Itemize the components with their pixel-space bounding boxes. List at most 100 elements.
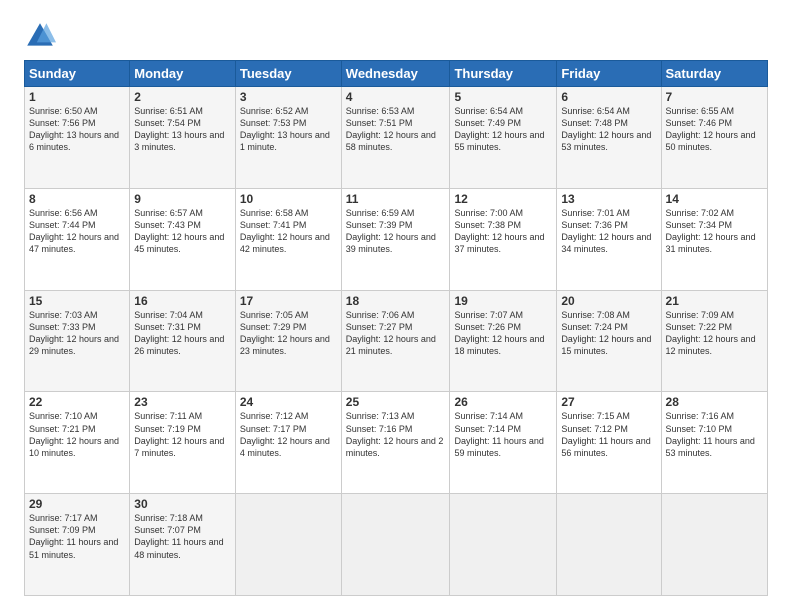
calendar-cell: 1 Sunrise: 6:50 AMSunset: 7:56 PMDaylight… [25,87,130,189]
calendar-cell: 19Sunrise: 7:07 AMSunset: 7:26 PMDayligh… [450,290,557,392]
cell-info: Sunrise: 6:50 AMSunset: 7:56 PMDaylight:… [29,106,119,152]
day-number: 2 [134,90,231,104]
day-number: 18 [346,294,446,308]
cell-info: Sunrise: 7:00 AMSunset: 7:38 PMDaylight:… [454,208,544,254]
calendar-cell: 8 Sunrise: 6:56 AMSunset: 7:44 PMDaylight… [25,188,130,290]
calendar-cell: 27 Sunrise: 7:15 AMSunset: 7:12 PMDayligh… [557,392,661,494]
cell-info: Sunrise: 7:13 AMSunset: 7:16 PMDaylight:… [346,411,444,457]
col-monday: Monday [130,61,236,87]
calendar-row-2: 8 Sunrise: 6:56 AMSunset: 7:44 PMDaylight… [25,188,768,290]
cell-info: Sunrise: 7:01 AMSunset: 7:36 PMDaylight:… [561,208,651,254]
day-number: 30 [134,497,231,511]
cell-info: Sunrise: 7:09 AMSunset: 7:22 PMDaylight:… [666,310,756,356]
cell-info: Sunrise: 6:56 AMSunset: 7:44 PMDaylight:… [29,208,119,254]
calendar-cell: 10 Sunrise: 6:58 AMSunset: 7:41 PMDayligh… [235,188,341,290]
calendar-cell: 22 Sunrise: 7:10 AMSunset: 7:21 PMDayligh… [25,392,130,494]
day-number: 26 [454,395,552,409]
day-number: 8 [29,192,125,206]
cell-info: Sunrise: 7:10 AMSunset: 7:21 PMDaylight:… [29,411,119,457]
calendar-cell: 13Sunrise: 7:01 AMSunset: 7:36 PMDayligh… [557,188,661,290]
day-number: 10 [240,192,337,206]
calendar-cell: 24 Sunrise: 7:12 AMSunset: 7:17 PMDayligh… [235,392,341,494]
col-tuesday: Tuesday [235,61,341,87]
day-number: 21 [666,294,763,308]
calendar-cell: 12 Sunrise: 7:00 AMSunset: 7:38 PMDayligh… [450,188,557,290]
calendar-cell: 26 Sunrise: 7:14 AMSunset: 7:14 PMDayligh… [450,392,557,494]
col-wednesday: Wednesday [341,61,450,87]
calendar-cell: 9 Sunrise: 6:57 AMSunset: 7:43 PMDaylight… [130,188,236,290]
header-row: Sunday Monday Tuesday Wednesday Thursday… [25,61,768,87]
calendar-cell: 7 Sunrise: 6:55 AMSunset: 7:46 PMDaylight… [661,87,767,189]
day-number: 27 [561,395,656,409]
cell-info: Sunrise: 6:57 AMSunset: 7:43 PMDaylight:… [134,208,224,254]
cell-info: Sunrise: 6:55 AMSunset: 7:46 PMDaylight:… [666,106,756,152]
col-sunday: Sunday [25,61,130,87]
calendar-cell: 3 Sunrise: 6:52 AMSunset: 7:53 PMDaylight… [235,87,341,189]
calendar-cell: 23 Sunrise: 7:11 AMSunset: 7:19 PMDayligh… [130,392,236,494]
cell-info: Sunrise: 6:54 AMSunset: 7:49 PMDaylight:… [454,106,544,152]
cell-info: Sunrise: 7:11 AMSunset: 7:19 PMDaylight:… [134,411,224,457]
cell-info: Sunrise: 6:53 AMSunset: 7:51 PMDaylight:… [346,106,436,152]
calendar-row-4: 22 Sunrise: 7:10 AMSunset: 7:21 PMDayligh… [25,392,768,494]
day-number: 29 [29,497,125,511]
cell-info: Sunrise: 6:59 AMSunset: 7:39 PMDaylight:… [346,208,436,254]
col-friday: Friday [557,61,661,87]
calendar-cell: 29 Sunrise: 7:17 AMSunset: 7:09 PMDayligh… [25,494,130,596]
calendar-cell: 20 Sunrise: 7:08 AMSunset: 7:24 PMDayligh… [557,290,661,392]
calendar-cell: 16 Sunrise: 7:04 AMSunset: 7:31 PMDayligh… [130,290,236,392]
cell-info: Sunrise: 7:12 AMSunset: 7:17 PMDaylight:… [240,411,330,457]
day-number: 3 [240,90,337,104]
cell-info: Sunrise: 6:52 AMSunset: 7:53 PMDaylight:… [240,106,330,152]
day-number: 6 [561,90,656,104]
calendar-cell [341,494,450,596]
calendar-cell: 14Sunrise: 7:02 AMSunset: 7:34 PMDayligh… [661,188,767,290]
calendar-row-3: 15 Sunrise: 7:03 AMSunset: 7:33 PMDayligh… [25,290,768,392]
day-number: 20 [561,294,656,308]
day-number: 14 [666,192,763,206]
col-thursday: Thursday [450,61,557,87]
day-number: 22 [29,395,125,409]
day-number: 15 [29,294,125,308]
calendar-cell: 11Sunrise: 6:59 AMSunset: 7:39 PMDayligh… [341,188,450,290]
day-number: 9 [134,192,231,206]
day-number: 12 [454,192,552,206]
calendar-cell [661,494,767,596]
cell-info: Sunrise: 7:15 AMSunset: 7:12 PMDaylight:… [561,411,650,457]
cell-info: Sunrise: 6:58 AMSunset: 7:41 PMDaylight:… [240,208,330,254]
calendar-cell: 15 Sunrise: 7:03 AMSunset: 7:33 PMDayligh… [25,290,130,392]
calendar-cell: 30 Sunrise: 7:18 AMSunset: 7:07 PMDayligh… [130,494,236,596]
page: Sunday Monday Tuesday Wednesday Thursday… [0,0,792,612]
cell-info: Sunrise: 7:16 AMSunset: 7:10 PMDaylight:… [666,411,755,457]
calendar-cell: 17Sunrise: 7:05 AMSunset: 7:29 PMDayligh… [235,290,341,392]
calendar-cell [235,494,341,596]
calendar-cell [557,494,661,596]
day-number: 19 [454,294,552,308]
day-number: 25 [346,395,446,409]
cell-info: Sunrise: 7:14 AMSunset: 7:14 PMDaylight:… [454,411,543,457]
calendar-cell: 25 Sunrise: 7:13 AMSunset: 7:16 PMDayligh… [341,392,450,494]
calendar-row-5: 29 Sunrise: 7:17 AMSunset: 7:09 PMDayligh… [25,494,768,596]
cell-info: Sunrise: 7:18 AMSunset: 7:07 PMDaylight:… [134,513,223,559]
day-number: 24 [240,395,337,409]
cell-info: Sunrise: 7:06 AMSunset: 7:27 PMDaylight:… [346,310,436,356]
cell-info: Sunrise: 7:03 AMSunset: 7:33 PMDaylight:… [29,310,119,356]
calendar-cell: 18 Sunrise: 7:06 AMSunset: 7:27 PMDayligh… [341,290,450,392]
calendar-cell: 4 Sunrise: 6:53 AMSunset: 7:51 PMDaylight… [341,87,450,189]
cell-info: Sunrise: 6:54 AMSunset: 7:48 PMDaylight:… [561,106,651,152]
calendar-cell: 28 Sunrise: 7:16 AMSunset: 7:10 PMDayligh… [661,392,767,494]
day-number: 23 [134,395,231,409]
day-number: 16 [134,294,231,308]
col-saturday: Saturday [661,61,767,87]
calendar-row-1: 1 Sunrise: 6:50 AMSunset: 7:56 PMDaylight… [25,87,768,189]
calendar-cell: 21 Sunrise: 7:09 AMSunset: 7:22 PMDayligh… [661,290,767,392]
calendar-cell: 2Sunrise: 6:51 AMSunset: 7:54 PMDaylight… [130,87,236,189]
cell-info: Sunrise: 7:04 AMSunset: 7:31 PMDaylight:… [134,310,224,356]
cell-info: Sunrise: 7:08 AMSunset: 7:24 PMDaylight:… [561,310,651,356]
header [24,20,768,52]
day-number: 28 [666,395,763,409]
cell-info: Sunrise: 7:17 AMSunset: 7:09 PMDaylight:… [29,513,118,559]
day-number: 1 [29,90,125,104]
calendar-table: Sunday Monday Tuesday Wednesday Thursday… [24,60,768,596]
day-number: 4 [346,90,446,104]
day-number: 7 [666,90,763,104]
